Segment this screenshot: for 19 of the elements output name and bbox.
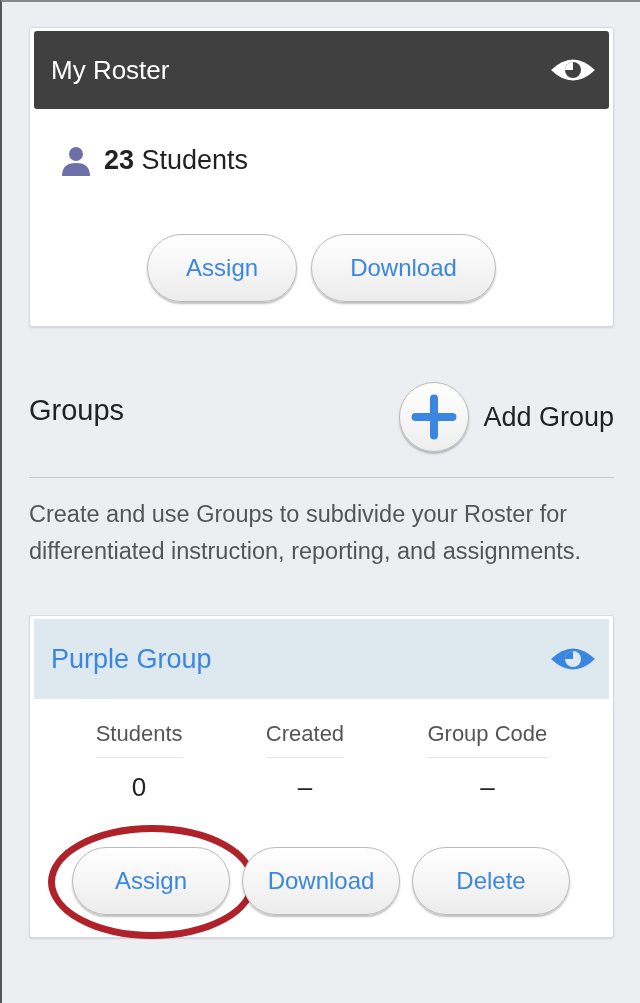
groups-description: Create and use Groups to subdivide your Roster for differentiated instruction, reporting, and assignments. xyxy=(29,500,583,566)
group-action-button[interactable]: Delete xyxy=(412,847,570,915)
groups-heading: Groups xyxy=(29,394,125,427)
roster-action-button[interactable]: Assign xyxy=(147,234,298,302)
column-value: – xyxy=(297,772,313,803)
group-action-button[interactable]: Assign xyxy=(72,847,230,915)
column-label: Created xyxy=(265,721,345,758)
column-value: 0 xyxy=(131,772,147,803)
roster-title: My Roster xyxy=(51,54,170,86)
group-name[interactable]: Purple Group xyxy=(51,643,212,675)
person-icon xyxy=(60,145,92,176)
column-value: – xyxy=(480,772,495,803)
column-label: Students xyxy=(95,721,183,758)
student-count: 23 Students xyxy=(104,145,249,176)
column-label: Group Code xyxy=(427,721,548,758)
roster-action-button[interactable]: Download xyxy=(311,234,496,302)
group-action-button[interactable]: Download xyxy=(242,847,400,915)
plus-icon xyxy=(411,394,458,440)
add-group-label[interactable]: Add Group xyxy=(483,401,614,433)
